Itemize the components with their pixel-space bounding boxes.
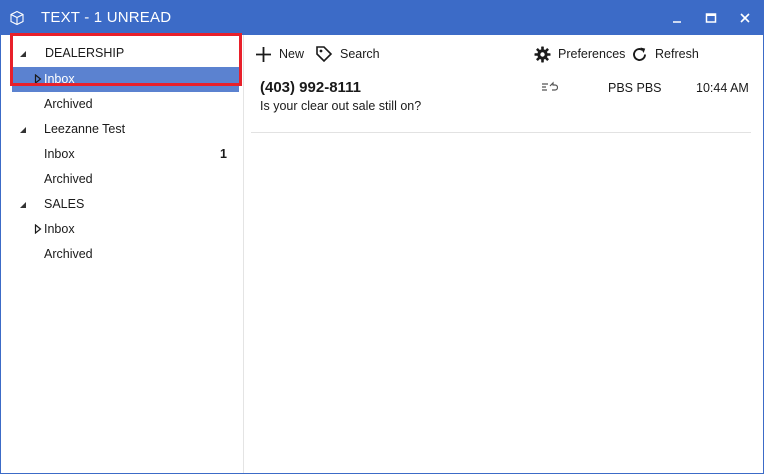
refresh-icon [633,47,646,61]
tree-item-sales-inbox[interactable]: Inbox [1,217,244,242]
folder-tree: DEALERSHIP Inbox Archived Leezanne Test … [1,35,244,473]
gear-icon [534,46,551,62]
preferences-button[interactable]: Preferences [534,44,625,64]
expanded-caret-icon[interactable] [18,200,28,210]
tree-item-sales-archived[interactable]: Archived [1,242,244,267]
text-window: TEXT - 1 UNREAD DEALERSHIP Inbox Archive… [0,0,764,474]
new-label: New [279,47,305,61]
tree-group-leezanne-test[interactable]: Leezanne Test [1,117,244,142]
reply-icon [541,81,559,99]
tree-group-sales[interactable]: SALES [1,192,244,217]
tree-item-dealership-archived[interactable]: Archived [1,92,244,117]
window-title: TEXT - 1 UNREAD [41,9,172,26]
message-list-item[interactable]: (403) 992-8111 Is your clear out sale st… [251,71,751,133]
message-time: 10:44 AM [696,81,749,95]
minimize-icon [673,21,681,23]
minimize-button[interactable] [667,8,687,28]
tag-search-icon [316,46,333,63]
search-button[interactable]: Search [315,44,380,64]
message-phone-number: (403) 992-8111 [260,79,361,96]
tree-item-label: Inbox [44,147,75,161]
cube-icon [9,10,25,26]
plus-icon [256,46,271,62]
tree-item-label: Archived [44,97,93,111]
tree-group-label: Leezanne Test [44,122,126,136]
new-button[interactable]: New [255,44,304,64]
tree-item-label: Archived [44,247,93,261]
tree-item-label: Archived [44,172,93,186]
refresh-button[interactable]: Refresh [631,44,699,64]
close-button[interactable] [735,8,755,28]
tree-group-label: SALES [44,197,85,211]
message-sender: PBS PBS [608,81,662,95]
close-icon [740,13,750,23]
selection-highlight [10,33,242,86]
unread-count-badge: 1 [220,147,227,161]
preferences-label: Preferences [558,47,626,61]
collapsed-caret-icon[interactable] [33,224,43,234]
tree-item-leezanne-archived[interactable]: Archived [1,167,244,192]
message-preview: Is your clear out sale still on? [260,99,422,113]
expanded-caret-icon[interactable] [18,125,28,135]
maximize-icon [705,13,717,23]
title-bar[interactable]: TEXT - 1 UNREAD [1,1,763,35]
refresh-label: Refresh [655,47,699,61]
tree-item-label: Inbox [44,222,75,236]
toolbar: New Search Preferences Refresh [245,35,763,71]
search-label: Search [340,47,380,61]
maximize-button[interactable] [701,8,721,28]
tree-item-leezanne-inbox[interactable]: Inbox 1 [1,142,244,167]
